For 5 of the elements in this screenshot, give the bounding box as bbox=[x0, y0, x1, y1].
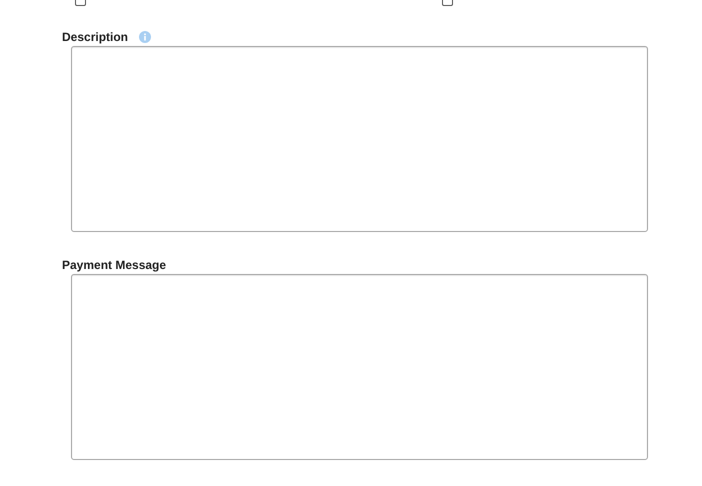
text-area[interactable] bbox=[71, 274, 648, 460]
info-icon[interactable] bbox=[139, 31, 152, 43]
field-label: Description bbox=[62, 30, 128, 44]
text-area[interactable] bbox=[71, 46, 648, 232]
field-label: Payment Message bbox=[62, 258, 166, 272]
